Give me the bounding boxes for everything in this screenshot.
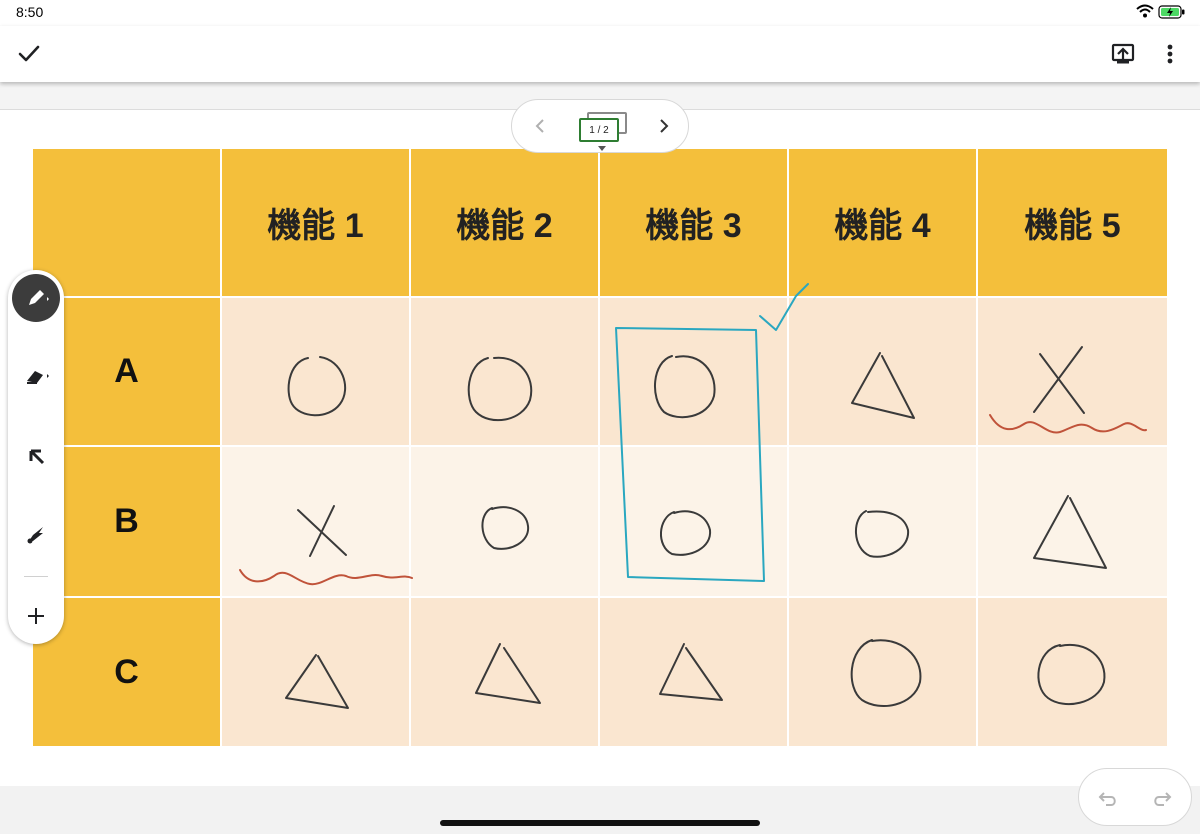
table-cell [222, 298, 409, 445]
table-cell [411, 298, 598, 445]
battery-icon [1158, 5, 1185, 19]
screen: 8:50 機能 1 機能 2 機能 3 機能 4 機能 5 A B C 1 / … [0, 0, 1200, 834]
header-feature-4: 機能 4 [789, 149, 976, 296]
table-cell [411, 598, 598, 746]
pen-tool-button[interactable] [12, 274, 60, 322]
next-page-icon[interactable] [654, 114, 674, 138]
caret-down-icon[interactable] [598, 146, 606, 152]
undo-redo-group [1078, 768, 1192, 826]
app-bar [0, 26, 1200, 82]
table-cell [222, 447, 409, 596]
more-options-icon[interactable] [1158, 39, 1182, 69]
laser-icon [27, 527, 43, 544]
add-tool-button[interactable] [12, 592, 60, 640]
status-time: 8:50 [16, 4, 44, 20]
wifi-icon [1136, 4, 1154, 18]
table-cell [600, 447, 787, 596]
table-cell [411, 447, 598, 596]
table-cell [600, 298, 787, 445]
header-feature-3: 機能 3 [600, 149, 787, 296]
page-navigator: 1 / 2 [511, 99, 689, 153]
header-feature-1: 機能 1 [222, 149, 409, 296]
table-cell [600, 598, 787, 746]
table-corner-cell [33, 149, 220, 296]
comparison-table: 機能 1 機能 2 機能 3 機能 4 機能 5 A B C [33, 149, 1167, 746]
home-indicator[interactable] [440, 820, 760, 826]
table-cell [978, 447, 1167, 596]
undo-icon[interactable] [1095, 785, 1121, 811]
pen-icon [29, 290, 49, 305]
present-icon[interactable] [1108, 39, 1138, 69]
table-cell [789, 598, 976, 746]
previous-page-icon[interactable] [530, 114, 550, 138]
pointer-icon [29, 449, 45, 465]
drawing-toolbar [8, 270, 64, 644]
table-cell [789, 298, 976, 445]
table-cell [978, 598, 1167, 746]
header-feature-2: 機能 2 [411, 149, 598, 296]
header-feature-5: 機能 5 [978, 149, 1167, 296]
bottom-bar [0, 786, 1200, 834]
eraser-icon [27, 371, 49, 384]
table-cell [978, 298, 1167, 445]
current-page-thumbnail[interactable]: 1 / 2 [579, 118, 619, 142]
table-cell [789, 447, 976, 596]
table-cell [222, 598, 409, 746]
toolbar-divider [24, 576, 48, 577]
status-bar: 8:50 [0, 0, 1200, 26]
eraser-tool-button[interactable] [12, 352, 60, 400]
redo-icon[interactable] [1149, 785, 1175, 811]
laser-tool-button[interactable] [12, 510, 60, 558]
add-icon [28, 608, 44, 624]
done-check-icon[interactable] [14, 39, 44, 69]
select-tool-button[interactable] [12, 432, 60, 480]
